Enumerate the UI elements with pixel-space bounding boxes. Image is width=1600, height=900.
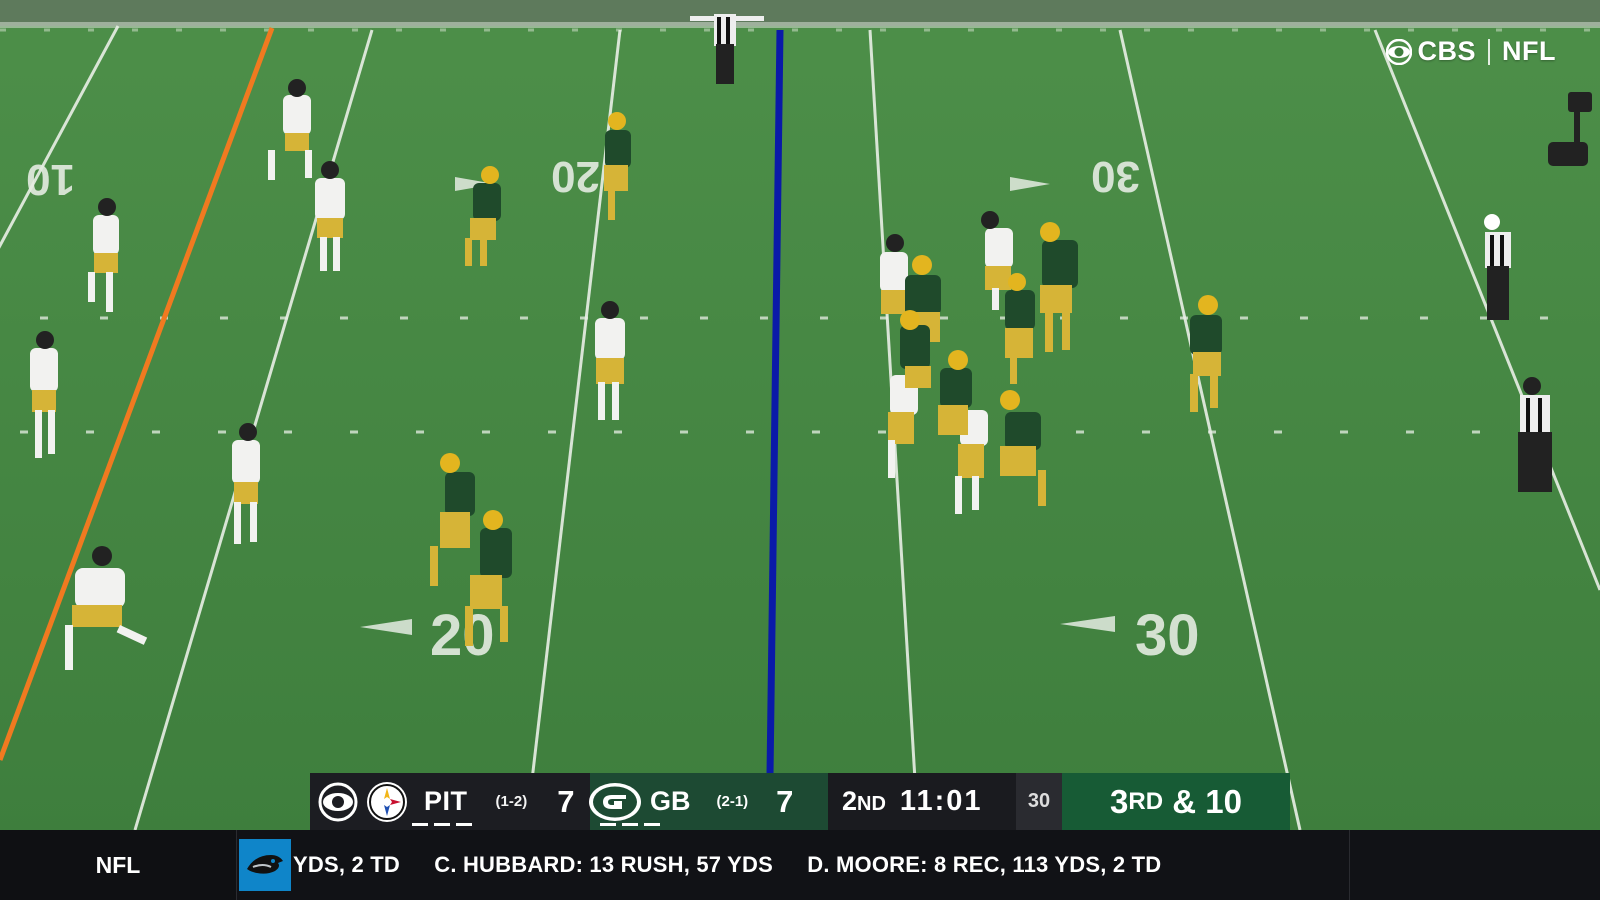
ticker-item: YDS, 2 TD — [293, 852, 400, 877]
ticker-end-panel — [1349, 830, 1600, 900]
network-divider — [1488, 38, 1491, 65]
home-team-score: 7 — [776, 783, 794, 819]
home-team-record: (2-1) — [716, 793, 749, 810]
ticker-item: C. HUBBARD: 13 RUSH, 57 YDS — [434, 852, 773, 877]
down-suffix: RD — [1128, 787, 1164, 815]
yard-number-bottom-20: 20 — [430, 603, 495, 668]
ticker-item: D. MOORE: 8 REC, 113 YDS, 2 TD — [807, 852, 1162, 877]
network-bug: CBS NFL — [1385, 36, 1557, 67]
down-number: 3 — [1110, 782, 1129, 820]
timeout-indicator — [600, 823, 616, 826]
play-clock: 30 — [1016, 773, 1062, 830]
timeout-indicator — [456, 823, 472, 826]
quarter: 2ND — [842, 786, 886, 816]
ticker-stats: YDS, 2 TD C. HUBBARD: 13 RUSH, 57 YDS D.… — [293, 852, 1343, 878]
network-league: NFL — [1502, 36, 1556, 66]
timeout-indicator — [434, 823, 450, 826]
game-clock: 11:01 — [899, 785, 983, 817]
away-team-panel: PIT (1-2) 7 — [310, 773, 590, 830]
panthers-logo — [239, 839, 291, 891]
away-team-score: 7 — [557, 783, 575, 819]
timeout-indicator — [622, 823, 638, 826]
down-and-distance: 3 RD & 10 — [1062, 773, 1290, 830]
ticker-league: NFL — [0, 830, 237, 900]
network-brand: CBS — [1417, 36, 1477, 66]
away-team-abbr: PIT — [424, 786, 468, 816]
timeout-indicator — [644, 823, 660, 826]
football-field: 10 20 30 20 30 — [0, 0, 1600, 900]
news-ticker: NFL YDS, 2 TD C. HUBBARD: 13 RUSH, 57 YD… — [0, 830, 1600, 900]
timeout-indicator — [412, 823, 428, 826]
home-team-panel: GB (2-1) 7 — [589, 773, 828, 830]
panther-icon — [247, 855, 283, 874]
cbs-eye-icon — [318, 782, 358, 821]
steelers-logo — [367, 781, 407, 822]
yard-number-top-30: 30 — [1091, 152, 1140, 201]
scorebug: PIT (1-2) 7 GB (2-1) 7 2ND 11:01 30 3 RD … — [310, 773, 1290, 830]
yard-number-top-10: 10 — [26, 155, 75, 204]
distance: & 10 — [1172, 782, 1242, 820]
home-team-abbr: GB — [650, 786, 691, 816]
packers-logo — [589, 782, 641, 821]
yard-number-bottom-30: 30 — [1135, 603, 1200, 668]
yard-number-top-20: 20 — [551, 152, 600, 201]
game-clock-panel: 2ND 11:01 30 — [828, 773, 1062, 830]
cbs-eye-icon — [1385, 38, 1412, 65]
away-team-record: (1-2) — [495, 793, 528, 810]
